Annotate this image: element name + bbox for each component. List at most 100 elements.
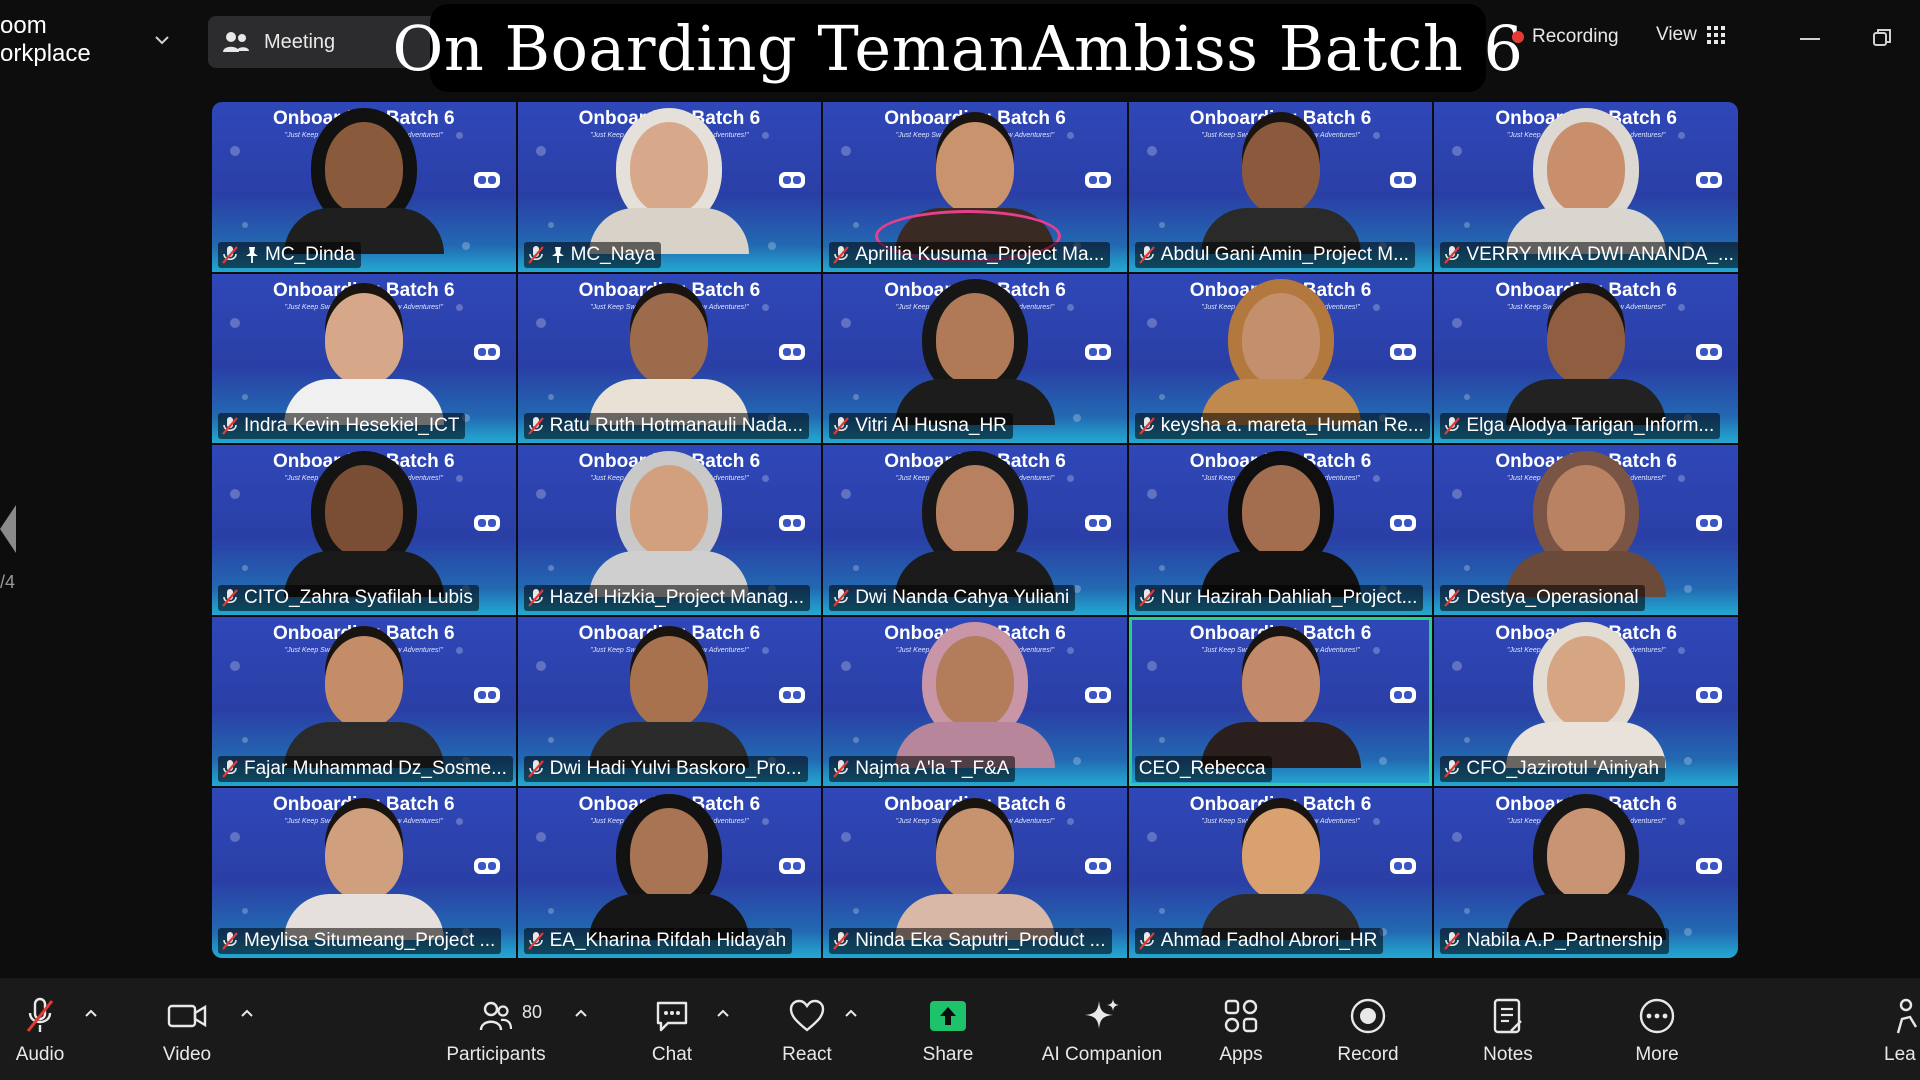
participant-tile[interactable]: Onboarding Batch 6"Just Keep Swimming : … <box>823 445 1127 615</box>
view-label: View <box>1656 24 1697 45</box>
previous-page-icon[interactable] <box>0 505 16 553</box>
bubble-decoration <box>853 222 860 228</box>
audio-options-caret-icon[interactable] <box>84 1008 98 1018</box>
participant-tile[interactable]: Onboarding Batch 6"Just Keep Swimming : … <box>1128 788 1433 958</box>
diving-mask-icon <box>1390 172 1417 188</box>
bubble-decoration <box>853 736 860 743</box>
chat-options-caret-icon[interactable] <box>716 1008 730 1018</box>
participant-tile[interactable]: Onboarding Batch 6"Just Keep Swimming : … <box>1434 616 1738 787</box>
participant-video <box>1506 808 1667 940</box>
participant-face <box>324 121 403 214</box>
bubble-decoration <box>547 565 554 572</box>
share-screen-icon <box>930 1001 966 1031</box>
diving-mask-icon <box>1390 343 1417 360</box>
mic-muted-icon <box>833 932 850 950</box>
more-button[interactable]: More <box>1630 978 1684 1080</box>
bubble-decoration <box>1158 736 1165 743</box>
bubble-decoration <box>1146 660 1157 671</box>
participants-button[interactable]: Participants <box>440 978 552 1080</box>
participant-face <box>1241 464 1320 557</box>
bubble-decoration <box>1452 146 1463 156</box>
participant-name: keysha a. mareta_Human Re... <box>1160 415 1424 437</box>
bubble-decoration <box>242 565 248 572</box>
participant-tile[interactable]: Onboarding Batch 6"Just Keep Swimming : … <box>823 273 1127 444</box>
participant-tile[interactable]: Onboarding Batch 6"Just Keep Swimming : … <box>517 788 822 958</box>
diving-mask-icon <box>779 515 806 532</box>
participant-tile[interactable]: Onboarding Batch 6"Just Keep Swimming : … <box>1128 616 1433 787</box>
video-button[interactable]: Video <box>150 978 224 1080</box>
participant-tile[interactable]: Onboarding Batch 6"Just Keep Swimming : … <box>1128 273 1433 444</box>
participant-tile[interactable]: Onboarding Batch 6"Just Keep Swimming : … <box>823 788 1127 958</box>
share-button[interactable]: Share <box>918 978 978 1080</box>
ai-companion-button[interactable]: AI Companion <box>1036 978 1168 1080</box>
participant-tile[interactable]: Onboarding Batch 6"Just Keep Swimming : … <box>517 273 822 444</box>
participant-name: CEO_Rebecca <box>1138 758 1266 780</box>
bubble-decoration <box>535 660 546 671</box>
participant-tile[interactable]: Onboarding Batch 6"Just Keep Swimming : … <box>1128 102 1433 272</box>
bubble-decoration <box>853 908 860 915</box>
minimize-icon[interactable] <box>1800 38 1820 40</box>
participant-face <box>1547 121 1626 214</box>
participant-tile[interactable]: Onboarding Batch 6"Just Keep Swimming : … <box>517 616 822 787</box>
apps-button[interactable]: Apps <box>1216 978 1266 1080</box>
view-button[interactable]: View <box>1656 24 1725 46</box>
participant-name-tag: Hazel Hizkia_Project Manag... <box>523 584 811 611</box>
participant-video <box>589 464 750 597</box>
mic-muted-icon <box>1444 245 1461 264</box>
diving-mask-icon <box>1696 343 1722 360</box>
diving-mask-icon <box>473 858 500 875</box>
participant-name-tag: MC_Naya <box>523 241 662 268</box>
participant-video <box>1200 636 1361 769</box>
participant-name-tag: Dwi Hadi Yulvi Baskoro_Pro... <box>523 756 808 783</box>
participant-tile[interactable]: Onboarding Batch 6"Just Keep Swimming : … <box>517 445 822 615</box>
bubble-decoration <box>761 132 769 139</box>
participant-name-tag: Fajar Muhammad Dz_Sosme... <box>218 756 513 783</box>
record-button[interactable]: Record <box>1334 978 1402 1080</box>
audio-button[interactable]: Audio <box>6 978 74 1080</box>
leave-button[interactable]: Lea <box>1884 978 1920 1080</box>
bubble-decoration <box>1372 132 1380 139</box>
participant-name-tag: Abdul Gani Amin_Project M... <box>1134 241 1415 268</box>
participant-tile[interactable]: Onboarding Batch 6"Just Keep Swimming : … <box>212 788 516 958</box>
mic-muted-icon <box>527 417 544 435</box>
participant-video <box>1506 636 1667 769</box>
participant-tile[interactable]: Onboarding Batch 6"Just Keep Swimming : … <box>1434 445 1738 615</box>
bubble-decoration <box>853 393 860 400</box>
recording-indicator[interactable]: Recording <box>1512 26 1619 48</box>
participants-options-caret-icon[interactable] <box>574 1008 588 1018</box>
bubble-decoration <box>1452 660 1463 671</box>
participant-video <box>1200 464 1361 597</box>
participant-tile[interactable]: Onboarding Batch 6"Just Keep Swimming : … <box>517 102 822 272</box>
participant-tile[interactable]: Onboarding Batch 6"Just Keep Swimming : … <box>823 102 1127 272</box>
bubble-decoration <box>841 832 852 843</box>
participant-tile[interactable]: Onboarding Batch 6"Just Keep Swimming : … <box>1434 102 1738 272</box>
chat-icon <box>656 1001 688 1032</box>
participant-tile[interactable]: Onboarding Batch 6"Just Keep Swimming : … <box>212 445 516 615</box>
participant-tile[interactable]: Onboarding Batch 6"Just Keep Swimming : … <box>1434 788 1738 958</box>
restore-window-icon[interactable] <box>1872 28 1892 48</box>
top-bar: oom orkplace Meeting On Boarding TemanAm… <box>0 0 1920 92</box>
bubble-decoration <box>1146 489 1157 500</box>
video-options-caret-icon[interactable] <box>240 1008 254 1018</box>
participant-tile[interactable]: Onboarding Batch 6"Just Keep Swimming : … <box>1128 445 1433 615</box>
sparkle-icon <box>1085 999 1119 1029</box>
participant-video <box>1200 808 1361 940</box>
participant-tile[interactable]: Onboarding Batch 6"Just Keep Swimming : … <box>212 273 516 444</box>
diving-mask-icon <box>1084 172 1111 188</box>
participant-tile[interactable]: Onboarding Batch 6"Just Keep Swimming : … <box>212 616 516 787</box>
participant-tile[interactable]: Onboarding Batch 6"Just Keep Swimming : … <box>212 102 516 272</box>
react-button[interactable]: React <box>778 978 836 1080</box>
participant-tile[interactable]: Onboarding Batch 6"Just Keep Swimming : … <box>1434 273 1738 444</box>
leave-label: Lea <box>1884 1044 1916 1065</box>
notes-button[interactable]: Notes <box>1480 978 1536 1080</box>
participant-name: Nur Hazirah Dahliah_Project... <box>1160 586 1418 608</box>
participant-video <box>283 293 444 426</box>
bubble-decoration <box>535 832 546 843</box>
chevron-down-icon[interactable] <box>152 30 172 50</box>
bubble-decoration <box>547 908 554 915</box>
participant-tile[interactable]: Onboarding Batch 6"Just Keep Swimming : … <box>823 616 1127 787</box>
gallery-grid: Onboarding Batch 6"Just Keep Swimming : … <box>212 102 1738 958</box>
chat-button[interactable]: Chat <box>646 978 698 1080</box>
react-options-caret-icon[interactable] <box>844 1008 858 1018</box>
bubble-decoration <box>1146 317 1157 328</box>
